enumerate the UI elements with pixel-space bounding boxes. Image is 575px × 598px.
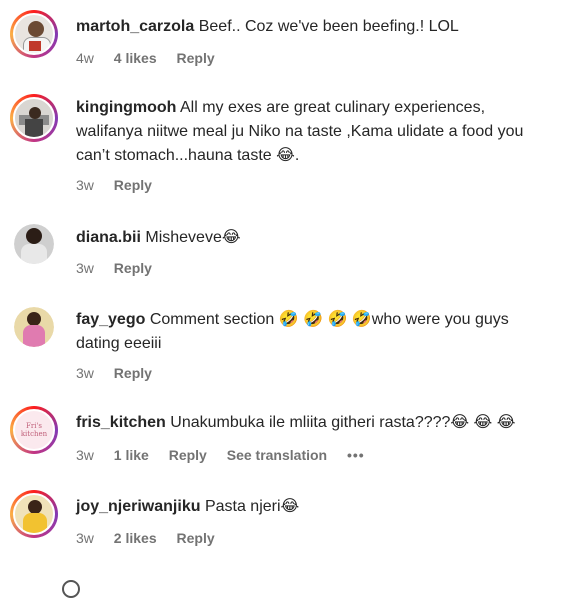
comment-text: kingingmooh All my exes are great culina… <box>76 96 556 168</box>
comment-meta: 4w 4 likes Reply <box>76 50 231 66</box>
reply-button[interactable]: Reply <box>177 530 215 546</box>
comment-text: diana.bii Misheveve😂 <box>76 226 556 250</box>
comment-meta: 3w Reply <box>76 365 168 381</box>
comment-time[interactable]: 3w <box>76 365 94 381</box>
reply-button[interactable]: Reply <box>177 50 215 66</box>
reply-button[interactable]: Reply <box>114 177 152 193</box>
see-translation-button[interactable]: See translation <box>227 447 327 463</box>
avatar[interactable] <box>10 490 58 538</box>
avatar-logo-text: Fri's kitchen <box>20 422 48 438</box>
comment-meta: 3w Reply <box>76 260 168 276</box>
reply-button[interactable]: Reply <box>114 365 152 381</box>
comment-body: Beef.. Coz we've been beefing.! LOL <box>198 18 459 35</box>
comment-time[interactable]: 3w <box>76 177 94 193</box>
comment-meta: 3w 1 like Reply See translation ••• <box>76 447 381 463</box>
avatar[interactable]: Fri's kitchen <box>10 406 58 454</box>
comment-username[interactable]: joy_njeriwanjiku <box>76 498 200 515</box>
avatar[interactable] <box>14 224 54 264</box>
comment-username[interactable]: martoh_carzola <box>76 18 194 35</box>
comment-time[interactable]: 4w <box>76 50 94 66</box>
avatar[interactable] <box>10 94 58 142</box>
more-options-icon[interactable]: ••• <box>347 447 365 463</box>
comment-body: Pasta njeri😂 <box>204 498 300 515</box>
avatar[interactable] <box>10 10 58 58</box>
comment-body: Unakumbuka ile mliita githeri rasta????😂… <box>170 414 516 431</box>
comment-text: joy_njeriwanjiku Pasta njeri😂 <box>76 495 556 519</box>
comment-meta: 3w 2 likes Reply <box>76 530 231 546</box>
avatar[interactable] <box>14 307 54 347</box>
comment-time[interactable]: 3w <box>76 447 94 463</box>
comment-body: Misheveve😂 <box>145 229 241 246</box>
comment-username[interactable]: kingingmooh <box>76 99 176 116</box>
comment-time[interactable]: 3w <box>76 260 94 276</box>
reply-button[interactable]: Reply <box>114 260 152 276</box>
comment-time[interactable]: 3w <box>76 530 94 546</box>
comment-meta: 3w Reply <box>76 177 168 193</box>
reply-button[interactable]: Reply <box>169 447 207 463</box>
likes-count[interactable]: 4 likes <box>114 50 157 66</box>
comment-username[interactable]: diana.bii <box>76 229 141 246</box>
comment-username[interactable]: fris_kitchen <box>76 414 166 431</box>
likes-count[interactable]: 2 likes <box>114 530 157 546</box>
comment-text: fris_kitchen Unakumbuka ile mliita githe… <box>76 411 556 435</box>
comment-text: fay_yego Comment section 🤣 🤣 🤣 🤣who were… <box>76 308 556 356</box>
comment-text: martoh_carzola Beef.. Coz we've been bee… <box>76 15 556 39</box>
next-avatar-edge <box>62 580 80 598</box>
likes-count[interactable]: 1 like <box>114 447 149 463</box>
comment-username[interactable]: fay_yego <box>76 311 145 328</box>
